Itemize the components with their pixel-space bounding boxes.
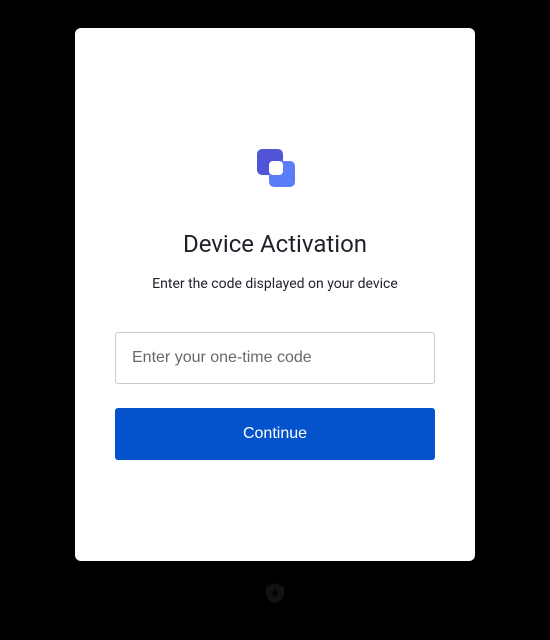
page-subtitle: Enter the code displayed on your device [152, 276, 398, 292]
footer-badge [266, 583, 284, 607]
page-title: Device Activation [183, 230, 367, 258]
shield-icon [266, 583, 284, 603]
logo [249, 143, 301, 195]
continue-button[interactable]: Continue [115, 408, 435, 460]
logo-icon [249, 143, 301, 195]
activation-card: Device Activation Enter the code display… [75, 28, 475, 561]
code-input[interactable] [115, 332, 435, 384]
